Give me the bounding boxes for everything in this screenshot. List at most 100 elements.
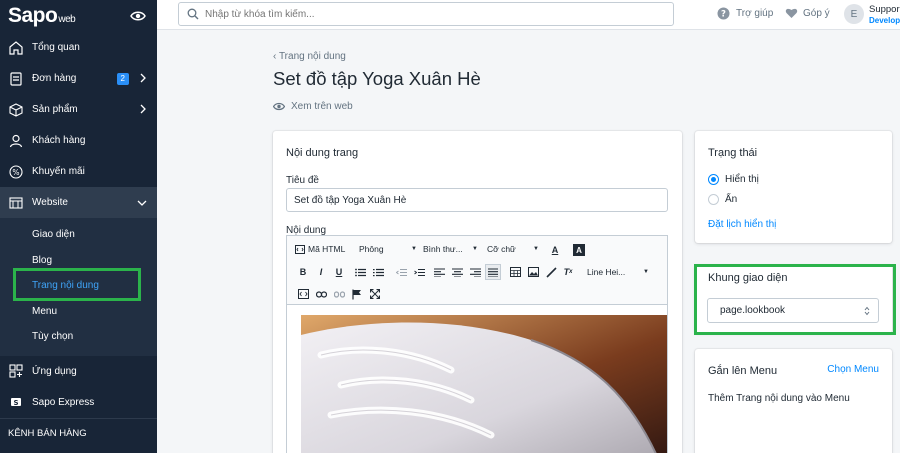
size-dropdown[interactable]: Cỡ chữ ▼: [487, 244, 539, 254]
title-input-value: Set đồ tập Yoga Xuân Hè: [294, 194, 407, 206]
image-icon[interactable]: [527, 266, 539, 278]
align-justify-icon[interactable]: [485, 264, 501, 280]
sidebar-item-label: Tổng quan: [32, 42, 80, 53]
heart-icon: [785, 8, 798, 18]
align-right-icon[interactable]: [469, 266, 481, 278]
font-dropdown-label: Phông: [359, 244, 384, 254]
menu-card-text: Thêm Trang nội dung vào Menu: [708, 393, 850, 404]
numbered-list-icon[interactable]: [372, 266, 384, 278]
text-color-icon[interactable]: A: [549, 244, 561, 256]
line-height-label: Line Hei...: [587, 267, 626, 277]
sidebar-subitem-options[interactable]: Tùy chọn: [0, 324, 157, 350]
menu-card-title: Gắn lên Menu: [708, 365, 778, 377]
box-icon: [8, 102, 24, 118]
search-icon: [187, 8, 199, 20]
sales-channels-heading: KÊNH BÁN HÀNG: [8, 428, 87, 439]
align-left-icon[interactable]: [433, 266, 445, 278]
chevron-right-icon: [140, 73, 146, 83]
help-label: Trợ giúp: [736, 8, 774, 19]
highlight-box-template: [694, 264, 896, 335]
content-card-title: Nội dung trang: [286, 147, 359, 159]
chevron-right-icon: [140, 104, 146, 114]
sidebar-item-sapo-express[interactable]: S Sapo Express: [0, 387, 157, 418]
feedback-link[interactable]: Góp ý: [785, 7, 830, 19]
highlight-color-icon[interactable]: A: [573, 244, 585, 256]
flag-icon[interactable]: [351, 288, 363, 300]
sidebar-item-overview[interactable]: Tổng quan: [0, 32, 157, 63]
menu-card: Gắn lên Menu Chọn Menu Thêm Trang nội du…: [695, 349, 892, 453]
sidebar-item-customers[interactable]: Khách hàng: [0, 125, 157, 156]
apps-icon: [8, 363, 24, 379]
hidden-radio[interactable]: Ẩn: [708, 194, 737, 205]
content-card: Nội dung trang Tiêu đề Set đồ tập Yoga X…: [273, 131, 682, 453]
size-dropdown-label: Cỡ chữ: [487, 244, 516, 254]
website-icon: [8, 195, 24, 211]
view-on-web-link[interactable]: Xem trên web: [273, 101, 353, 112]
unlink-icon[interactable]: [333, 288, 345, 300]
choose-menu-link[interactable]: Chọn Menu: [827, 364, 879, 375]
sidebar-subitem-theme[interactable]: Giao diện: [0, 222, 157, 248]
sidebar-item-label: Khách hàng: [32, 135, 86, 146]
sidebar-item-products[interactable]: Sản phẩm: [0, 94, 157, 125]
status-card: Trạng thái Hiển thị Ẩn Đặt lịch hiển thị: [695, 131, 892, 243]
title-input[interactable]: Set đồ tập Yoga Xuân Hè: [286, 188, 668, 212]
schedule-link[interactable]: Đặt lịch hiển thị: [708, 219, 776, 230]
eye-icon[interactable]: [130, 9, 146, 23]
radio-empty-icon: [708, 194, 719, 205]
radio-selected-icon: [708, 174, 719, 185]
sidebar-item-orders[interactable]: Đơn hàng 2: [0, 63, 157, 94]
user-icon: [8, 133, 24, 149]
fullscreen-icon[interactable]: [369, 288, 381, 300]
bold-icon[interactable]: B: [297, 266, 309, 278]
user-info[interactable]: Suppor Develop: [869, 4, 900, 26]
eye-icon: [273, 102, 285, 111]
search-box[interactable]: [178, 2, 674, 26]
chevron-down-icon: [137, 200, 147, 206]
feedback-label: Góp ý: [803, 7, 830, 19]
sidebar-item-label: Sapo Express: [32, 396, 95, 408]
table-icon[interactable]: [509, 266, 521, 278]
caret-down-icon: ▼: [533, 246, 539, 252]
visible-radio-label: Hiển thị: [725, 174, 759, 185]
visible-radio[interactable]: Hiển thị: [708, 174, 759, 185]
format-painter-icon[interactable]: [545, 266, 557, 278]
highlight-box-pages: [13, 268, 141, 301]
svg-text:?: ?: [721, 10, 726, 20]
status-card-title: Trạng thái: [708, 147, 758, 159]
breadcrumb-label: Trang nội dung: [278, 51, 346, 62]
html-code-button[interactable]: Mã HTML: [295, 244, 345, 254]
align-center-icon[interactable]: [451, 266, 463, 278]
caret-down-icon: ▼: [472, 246, 478, 252]
sidebar-item-label: Website: [32, 197, 68, 208]
source-code-icon[interactable]: [297, 288, 309, 300]
indent-icon[interactable]: [413, 266, 425, 278]
avatar[interactable]: E: [844, 4, 864, 24]
underline-icon[interactable]: U: [333, 266, 345, 278]
sidebar-item-label: Đơn hàng: [32, 73, 77, 84]
outdent-icon[interactable]: [395, 266, 407, 278]
font-dropdown[interactable]: Phông ▼: [359, 244, 417, 254]
clear-format-icon[interactable]: Tx: [562, 266, 574, 278]
sidebar-item-label: Ứng dụng: [32, 365, 77, 377]
italic-icon[interactable]: I: [315, 266, 327, 278]
caret-down-icon: ▼: [411, 246, 417, 252]
line-height-dropdown[interactable]: Line Hei... ▼: [587, 267, 649, 277]
sidebar-item-website[interactable]: Website: [0, 187, 157, 218]
editor-content-area[interactable]: [286, 305, 668, 453]
order-icon: [8, 71, 24, 87]
sapo-logo[interactable]: Sapoweb: [8, 4, 76, 28]
sidebar-subitem-menu[interactable]: Menu: [0, 299, 157, 325]
search-input[interactable]: [205, 8, 645, 20]
bullet-list-icon[interactable]: [354, 266, 366, 278]
breadcrumb-back[interactable]: ‹ Trang nội dung: [273, 51, 346, 62]
sapo-express-icon: S: [8, 394, 24, 410]
format-dropdown[interactable]: Bình thư... ▼: [423, 244, 478, 254]
user-role: Develop: [869, 16, 900, 25]
percent-icon: %: [8, 164, 24, 180]
sidebar-item-promotions[interactable]: % Khuyến mãi: [0, 156, 157, 187]
help-link[interactable]: ? Trợ giúp: [717, 7, 773, 20]
logo-row: Sapoweb: [0, 0, 157, 32]
hidden-radio-label: Ẩn: [725, 194, 738, 205]
sidebar-item-apps[interactable]: Ứng dụng: [0, 356, 157, 387]
link-icon[interactable]: [315, 288, 327, 300]
